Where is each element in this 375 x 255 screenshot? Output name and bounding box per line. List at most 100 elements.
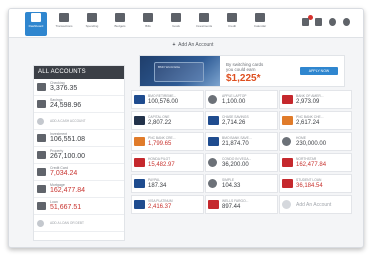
account-name: BMO BANK SAVE... <box>222 136 252 140</box>
account-balance: 1,100.00 <box>222 99 246 105</box>
sidebar-account-row[interactable]: Credit Card 7,034.24 <box>34 164 124 181</box>
account-balance: 51,667.51 <box>50 204 82 211</box>
apply-now-button[interactable]: APPLY NOW <box>300 67 338 75</box>
sidebar-account-row[interactable]: Savings 24,598.96 <box>34 96 124 113</box>
account-category-icon <box>37 134 46 142</box>
account-category-icon <box>37 83 46 91</box>
nav-item-calendar[interactable]: Calendar <box>249 12 271 36</box>
account-tile[interactable]: PAYPAL 187.34 <box>131 174 204 193</box>
account-balance: 106,551.08 <box>50 136 86 143</box>
account-tile[interactable]: VISA PLATINUM 2,416.37 <box>131 195 204 214</box>
help-icon[interactable] <box>343 18 350 26</box>
promo-banner[interactable]: BMO World Elite By switching cards you c… <box>139 55 345 87</box>
account-name: CHASE SAVINGS <box>222 115 249 119</box>
nav-item-spending[interactable]: Spending <box>81 12 103 36</box>
gauge-icon <box>227 13 237 22</box>
institution-logo-icon <box>208 158 217 167</box>
account-tile[interactable]: SIMPLE 104.33 <box>205 174 278 193</box>
sidebar-account-row[interactable]: Property 267,100.00 <box>34 147 124 164</box>
account-tile[interactable]: PNC BANK CHE... 2,617.24 <box>279 111 352 130</box>
sidebar-add-link[interactable]: ADD A CASH ACCOUNT <box>34 113 124 130</box>
nav-item-label: Budgets <box>114 24 126 28</box>
add-account-tile[interactable]: Add An Account <box>279 195 352 214</box>
account-balance: 2,973.09 <box>296 99 320 105</box>
plus-icon <box>282 200 291 209</box>
account-tile[interactable]: BMO RETIREME... 100,576.00 <box>131 90 204 109</box>
account-tile[interactable]: PNC BANK CRE... 1,799.65 <box>131 132 204 151</box>
nav-item-goals[interactable]: Goals <box>165 12 187 36</box>
account-tile[interactable]: CONDO IN VEGA... 36,200.00 <box>205 153 278 172</box>
sidebar-account-row[interactable]: Investment 106,551.08 <box>34 130 124 147</box>
sidebar-account-row[interactable]: Mortgage 162,477.84 <box>34 181 124 198</box>
account-tile[interactable]: CHASE SAVINGS 2,714.26 <box>205 111 278 130</box>
nav-item-investments[interactable]: Investments <box>193 12 215 36</box>
account-name: PAYPAL <box>148 178 161 182</box>
clock-icon <box>143 13 153 22</box>
sidebar-add-link[interactable]: ADD A LOAN OR DEBT <box>34 215 124 232</box>
add-icon <box>37 220 44 227</box>
account-balance: 104.33 <box>222 183 241 189</box>
account-category-name: ADD A LOAN OR DEBT <box>50 221 85 225</box>
promo-text: By switching cards you could earn <box>226 62 263 72</box>
account-name: WELLS FARGO... <box>222 199 249 203</box>
account-balance: 187.34 <box>148 183 167 189</box>
sidebar-account-row[interactable]: Loan 51,667.51 <box>34 198 124 215</box>
trophy-icon <box>171 13 181 22</box>
account-tile[interactable]: BMO BANK SAVE... 21,874.70 <box>205 132 278 151</box>
nav-item-transactions[interactable]: Transactions <box>53 12 75 36</box>
account-category-icon <box>37 100 46 108</box>
account-name: NORTHSTAR <box>296 157 317 161</box>
sidebar-account-row[interactable]: Checking 3,376.35 <box>34 79 124 96</box>
card-label: BMO World Elite <box>158 65 181 69</box>
add-account-link[interactable]: + Add An Account <box>171 42 214 48</box>
account-balance: 15,482.97 <box>148 162 175 168</box>
nav-item-label: Credit <box>227 24 236 28</box>
institution-logo-icon <box>134 116 145 125</box>
account-balance: 2,617.24 <box>296 120 320 126</box>
account-name: VISA PLATINUM <box>148 199 173 203</box>
account-balance: 36,200.00 <box>222 162 249 168</box>
budget-icon <box>115 13 125 22</box>
nav-item-bills[interactable]: Bills <box>137 12 159 36</box>
account-name: CAPITAL ONE <box>148 115 170 119</box>
account-name: STUDENT LOAN <box>296 178 322 182</box>
account-balance: 230,000.00 <box>296 141 327 147</box>
institution-logo-icon <box>134 179 145 188</box>
bank-icon[interactable] <box>315 18 322 26</box>
nav-item-label: Calendar <box>253 24 267 28</box>
account-tile[interactable]: WELLS FARGO... 897.44 <box>205 195 278 214</box>
account-balance: 21,874.70 <box>222 141 249 147</box>
account-name: Add An Account <box>296 202 332 208</box>
account-balance: 1,799.65 <box>148 141 172 147</box>
institution-logo-icon <box>208 95 217 104</box>
nav-item-label: Spending <box>85 24 99 28</box>
account-tile[interactable]: STUDENT LOAN 36,184.54 <box>279 174 352 193</box>
account-tile[interactable]: APPLE LAPTOP 1,100.00 <box>205 90 278 109</box>
institution-logo-icon <box>282 158 293 167</box>
account-tile[interactable]: HOME 230,000.00 <box>279 132 352 151</box>
account-name: PNC BANK CRE... <box>148 136 176 140</box>
account-tile[interactable]: NORTHSTAR 162,477.84 <box>279 153 352 172</box>
account-tile[interactable]: BANK OF AMER... 2,973.09 <box>279 90 352 109</box>
notifications-icon[interactable] <box>302 18 309 26</box>
account-balance: 24,598.96 <box>50 102 82 109</box>
institution-logo-icon <box>134 200 145 209</box>
nav-item-budgets[interactable]: Budgets <box>109 12 131 36</box>
nav-item-credit[interactable]: Credit <box>221 12 243 36</box>
account-name: SIMPLE <box>222 178 235 182</box>
nav-item-dashboard[interactable]: Dashboard <box>25 12 47 36</box>
pie-icon <box>87 13 97 22</box>
nav-item-label: Investments <box>195 24 213 28</box>
account-name: HONDA PILOT <box>148 157 171 161</box>
calendar-icon <box>255 13 265 22</box>
nav-item-label: Bills <box>145 24 151 28</box>
app-window: Dashboard Transactions Spending Budgets Bill… <box>8 8 364 248</box>
gear-icon[interactable] <box>329 18 336 26</box>
account-balance: 162,477.84 <box>296 162 327 168</box>
account-tile[interactable]: CAPITAL ONE 2,807.22 <box>131 111 204 130</box>
account-name: BMO RETIREME... <box>148 94 177 98</box>
account-balance: 100,576.00 <box>148 99 179 105</box>
account-category-name: ADD A CASH ACCOUNT <box>50 119 86 123</box>
account-tile[interactable]: HONDA PILOT 15,482.97 <box>131 153 204 172</box>
institution-logo-icon <box>208 137 219 146</box>
